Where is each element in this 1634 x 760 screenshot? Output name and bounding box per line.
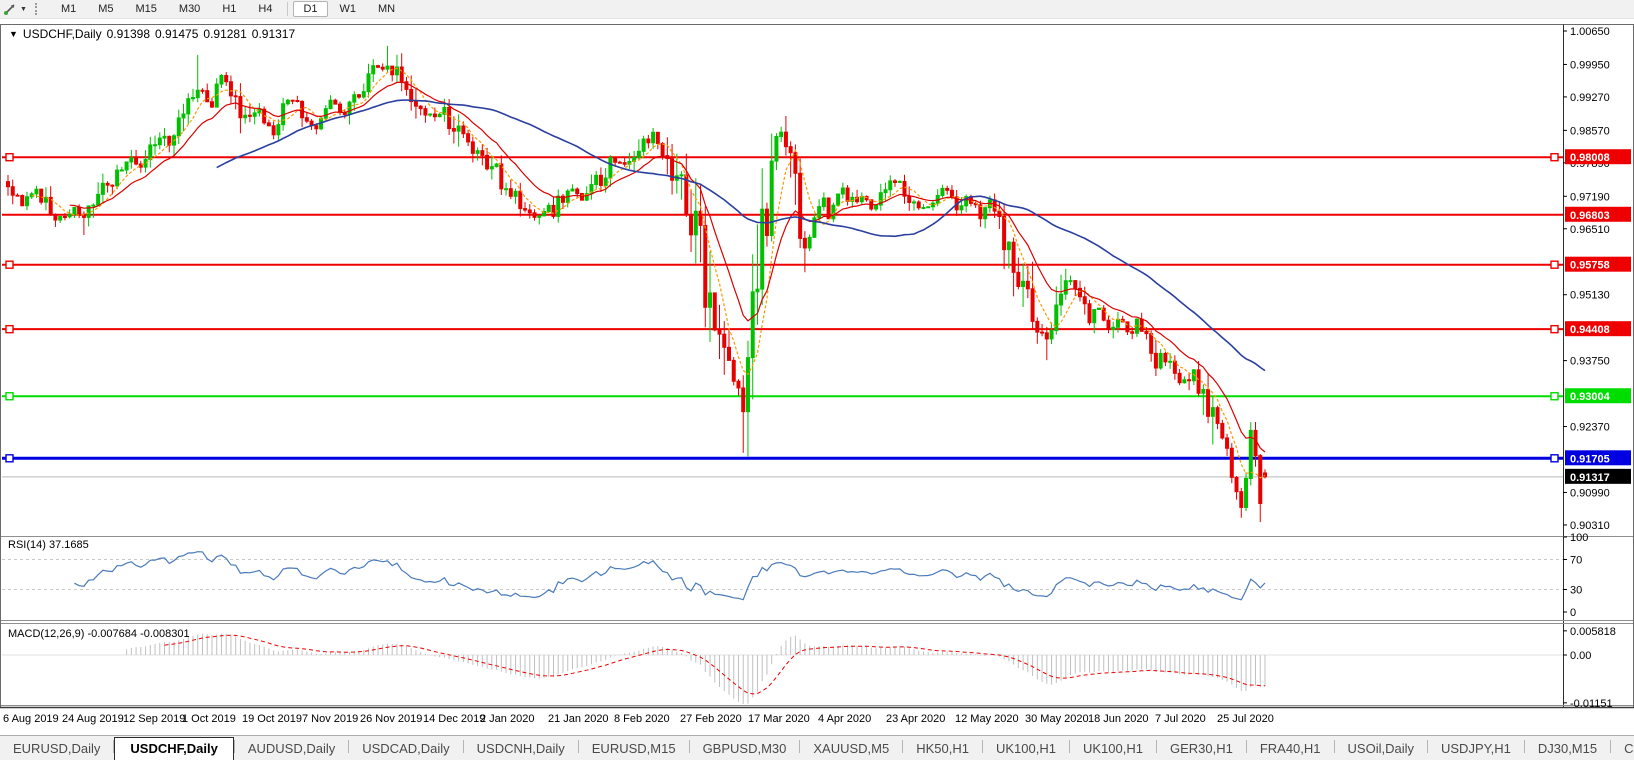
svg-text:0.96510: 0.96510: [1570, 224, 1610, 236]
svg-text:4 Apr 2020: 4 Apr 2020: [818, 713, 871, 725]
svg-text:27 Feb 2020: 27 Feb 2020: [680, 713, 742, 725]
svg-text:8 Feb 2020: 8 Feb 2020: [614, 713, 670, 725]
line-handle[interactable]: [5, 324, 14, 334]
ohlc-low: 0.91281: [203, 27, 247, 41]
svg-text:0.98008: 0.98008: [1570, 152, 1610, 164]
ohlc-open: 0.91398: [106, 27, 150, 41]
svg-text:0.99270: 0.99270: [1570, 92, 1610, 104]
svg-text:18 Jun 2020: 18 Jun 2020: [1088, 713, 1149, 725]
tab-gbpusd-m30[interactable]: GBPUSD,M30: [690, 738, 800, 760]
tab-dj30-m15[interactable]: DJ30,M15: [1525, 738, 1610, 760]
candles-layer: [6, 45, 1267, 523]
svg-text:0.95758: 0.95758: [1570, 260, 1610, 272]
tab-hk50-h1[interactable]: HK50,H1: [903, 738, 982, 760]
mt4-window: ▼ M1 M5 M15 M30 H1 H4 D1 W1 MN 1.00650 0.99950 0.9…: [0, 0, 1634, 760]
line-handle[interactable]: [1550, 454, 1559, 463]
line-handle[interactable]: [5, 153, 14, 162]
chart-tabs: EURUSD,Daily USDCHF,Daily AUDUSD,Daily USDC…: [0, 737, 1634, 760]
svg-text:17 Mar 2020: 17 Mar 2020: [748, 713, 810, 725]
svg-text:0: 0: [1570, 607, 1576, 619]
svg-text:1 Oct 2019: 1 Oct 2019: [182, 713, 236, 725]
rsi-panel: [2, 551, 1563, 601]
svg-text:0.90990: 0.90990: [1570, 487, 1610, 499]
svg-text:1.00650: 1.00650: [1570, 26, 1610, 38]
svg-text:0.90310: 0.90310: [1570, 520, 1610, 532]
svg-text:24 Aug 2019: 24 Aug 2019: [62, 713, 124, 725]
tab-xauusd-m5[interactable]: XAUUSD,M5: [800, 738, 902, 760]
svg-text:7 Nov 2019: 7 Nov 2019: [302, 713, 358, 725]
tab-usdchf-daily[interactable]: USDCHF,Daily: [114, 737, 234, 760]
line-handle[interactable]: [1550, 392, 1559, 401]
rsi-line: [74, 551, 1266, 601]
macd-panel: [2, 633, 1563, 704]
rsi-axis: 100 70 30 0: [1563, 532, 1588, 619]
svg-text:23 Apr 2020: 23 Apr 2020: [886, 713, 945, 725]
tab-audusd-daily[interactable]: AUDUSD,Daily: [235, 738, 348, 760]
ohlc-high: 0.91475: [155, 27, 199, 41]
macd-axis: 0.005818 0.00 -0.01151: [1563, 626, 1616, 710]
svg-text:30 May 2020: 30 May 2020: [1025, 713, 1089, 725]
tab-uk100-h1[interactable]: UK100,H1: [983, 738, 1069, 760]
tab-usdcnh-daily[interactable]: USDCNH,Daily: [464, 738, 578, 760]
line-handle[interactable]: [1550, 260, 1559, 269]
tab-fra40-h1[interactable]: FRA40,H1: [1247, 738, 1334, 760]
svg-text:6 Aug 2019: 6 Aug 2019: [3, 713, 59, 725]
svg-text:-0.01151: -0.01151: [1570, 698, 1613, 710]
tab-usdjpy-h1[interactable]: USDJPY,H1: [1428, 738, 1524, 760]
line-handle[interactable]: [1550, 324, 1559, 334]
tab-ger30-h1[interactable]: GER30,H1: [1157, 738, 1246, 760]
svg-text:7 Jul 2020: 7 Jul 2020: [1155, 713, 1206, 725]
svg-text:12 May 2020: 12 May 2020: [955, 713, 1019, 725]
svg-text:0.93004: 0.93004: [1570, 391, 1611, 403]
tab-eurusd-m15[interactable]: EURUSD,M15: [579, 738, 689, 760]
chart-title: ▼ USDCHF,Daily 0.91398 0.91475 0.91281 0…: [9, 27, 295, 41]
svg-text:0.98570: 0.98570: [1570, 125, 1610, 137]
line-handle[interactable]: [5, 392, 14, 401]
svg-text:0.91317: 0.91317: [1570, 472, 1610, 484]
line-handle[interactable]: [5, 260, 14, 269]
svg-text:0.93750: 0.93750: [1570, 356, 1610, 368]
date-axis: 6 Aug 2019 24 Aug 2019 12 Sep 20191 Oct 20…: [3, 713, 1274, 725]
svg-text:19 Oct 2019: 19 Oct 2019: [242, 713, 302, 725]
ma-fast-line: [31, 67, 1266, 479]
tab-eurusd-daily[interactable]: EURUSD,Daily: [0, 738, 113, 760]
tab-uk100-h1[interactable]: UK100,H1: [1070, 738, 1156, 760]
chart-collapse-icon[interactable]: ▼: [9, 29, 18, 39]
ohlc-close: 0.91317: [251, 27, 296, 41]
panel-borders: [0, 24, 1634, 709]
tab-usdcad-daily[interactable]: USDCAD,Daily: [349, 738, 462, 760]
tab-usoil-daily[interactable]: USOil,Daily: [1335, 738, 1427, 760]
svg-text:0.92370: 0.92370: [1570, 422, 1610, 434]
line-handle[interactable]: [1550, 153, 1559, 162]
svg-text:0.00: 0.00: [1570, 650, 1591, 662]
line-handle[interactable]: [5, 454, 14, 463]
chart-canvas[interactable]: 1.006500.999500.992700.985700.978900.971…: [0, 0, 1634, 760]
svg-text:100: 100: [1570, 532, 1588, 544]
svg-text:12 Sep 2019: 12 Sep 2019: [123, 713, 185, 725]
rsi-indicator-label: RSI(14) 37.1685: [8, 539, 89, 551]
svg-text:2 Jan 2020: 2 Jan 2020: [480, 713, 534, 725]
svg-text:0.97190: 0.97190: [1570, 191, 1610, 203]
chart-tab-bar: EURUSD,Daily USDCHF,Daily AUDUSD,Daily USDC…: [0, 735, 1634, 760]
svg-text:0.95130: 0.95130: [1570, 290, 1610, 302]
svg-text:70: 70: [1570, 555, 1582, 567]
svg-text:21 Jan 2020: 21 Jan 2020: [548, 713, 609, 725]
macd-indicator-label: MACD(12,26,9) -0.007684 -0.008301: [8, 628, 190, 640]
svg-text:26 Nov 2019: 26 Nov 2019: [360, 713, 422, 725]
svg-text:0.005818: 0.005818: [1570, 626, 1616, 638]
svg-text:14 Dec 2019: 14 Dec 2019: [423, 713, 485, 725]
tab-china300-h4[interactable]: CHINA300,H4: [1611, 738, 1634, 760]
chart-symbol: USDCHF,Daily: [22, 27, 102, 41]
svg-text:0.99950: 0.99950: [1570, 59, 1610, 71]
svg-text:0.96803: 0.96803: [1570, 210, 1610, 222]
svg-text:0.91705: 0.91705: [1570, 453, 1610, 465]
svg-text:0.94408: 0.94408: [1570, 324, 1610, 336]
level-lines[interactable]: [2, 153, 1563, 463]
svg-text:25 Jul 2020: 25 Jul 2020: [1217, 713, 1274, 725]
svg-text:30: 30: [1570, 585, 1582, 597]
